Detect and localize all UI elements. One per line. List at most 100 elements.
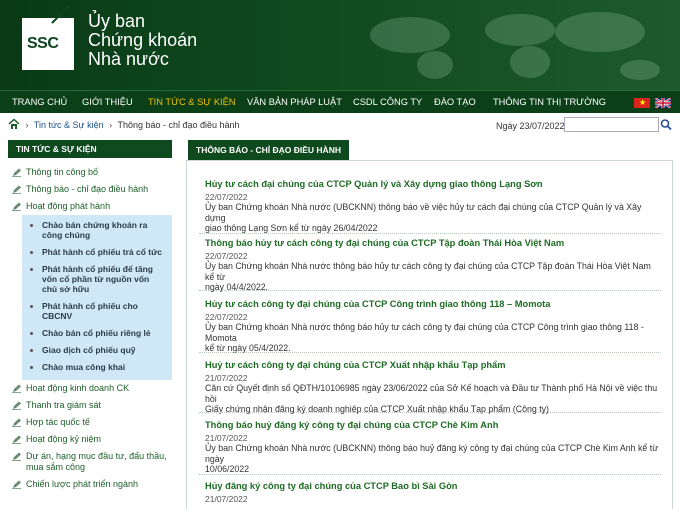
breadcrumb-separator: › (25, 120, 29, 130)
nav-legal-documents[interactable]: VĂN BẢN PHÁP LUẬT (247, 91, 342, 113)
submenu-stock-dividend[interactable]: Phát hành cổ phiếu trả cổ tức (22, 244, 172, 261)
pencil-icon (12, 168, 21, 177)
article-summary-line: Căn cứ Quyết định số QĐTH/10106985 ngày … (205, 383, 658, 404)
submenu-tender-offer[interactable]: Chào mua công khai (22, 359, 172, 376)
sidebar: TIN TỨC & SỰ KIỆN Thông tin công bố Thôn… (8, 140, 172, 493)
logo-text: SSC (27, 35, 59, 52)
sidebar-item-label: Thông tin công bố (26, 167, 99, 177)
article-date: 22/07/2022 (205, 312, 248, 322)
nav-about[interactable]: GIỚI THIỆU (82, 91, 133, 113)
pencil-icon (12, 202, 21, 211)
article-title-link[interactable]: Hủy đăng ký công ty đại chúng của CTCP B… (205, 481, 457, 491)
sidebar-item-label: Thanh tra giám sát (26, 400, 102, 410)
sidebar-item-label: Hoạt động kỷ niệm (26, 434, 102, 444)
article-title-link[interactable]: Thông báo huỷ đăng ký công ty đại chúng … (205, 420, 498, 430)
article-divider (199, 412, 661, 413)
org-name-line-1: Ủy ban (88, 11, 146, 31)
sidebar-item-strategy[interactable]: Chiến lược phát triển ngành (8, 476, 172, 493)
article-summary-line: Ủy ban Chứng khoán Nhà nước thông báo hủ… (205, 322, 644, 343)
nav-company-database[interactable]: CSDL CÔNG TY (353, 91, 422, 113)
search-icon[interactable] (659, 117, 673, 132)
article-date: 21/07/2022 (205, 373, 248, 383)
sidebar-item-label: Hợp tác quốc tế (26, 417, 90, 427)
sidebar-item-label: Thông báo - chỉ đạo điều hành (26, 184, 149, 194)
org-name: Ủy ban Chứng khoán Nhà nước (88, 12, 197, 69)
nav-market-info[interactable]: THÔNG TIN THỊ TRƯỜNG (493, 91, 606, 113)
article-divider (199, 290, 661, 291)
submenu-treasury-shares[interactable]: Giao dịch cổ phiếu quỹ (22, 342, 172, 359)
pencil-icon (12, 384, 21, 393)
article-date: 21/07/2022 (205, 494, 248, 504)
vietnamese-flag-icon[interactable]: ★ (634, 98, 650, 108)
logo-slash (51, 5, 70, 24)
main-content: THÔNG BÁO - CHỈ ĐẠO ĐIỀU HÀNH Hủy tư các… (186, 140, 673, 509)
article-summary-line: Giấy chứng nhận đăng ký doanh nghiệp của… (205, 404, 549, 415)
nav-home[interactable]: TRANG CHỦ (12, 91, 67, 113)
pencil-icon (12, 480, 21, 489)
breadcrumb-current: Thông báo - chỉ đạo điều hành (117, 120, 240, 130)
article-summary-line: ngày 04/4/2022. (205, 282, 269, 293)
article-summary-line: Ủy ban Chứng khoán Nhà nước thông báo hủ… (205, 261, 651, 282)
sidebar-item-label: Hoạt động phát hành (26, 201, 111, 211)
submenu-public-offering[interactable]: Chào bán chứng khoán ra công chúng (22, 217, 172, 244)
site-header: SSC Ủy ban Chứng khoán Nhà nước (0, 0, 680, 90)
sidebar-item-label: Chiến lược phát triển ngành (26, 479, 138, 489)
sidebar-item-anniversary[interactable]: Hoạt động kỷ niệm (8, 431, 172, 448)
breadcrumb-news-events[interactable]: Tin tức & Sự kiện (34, 120, 104, 130)
article-summary-line: Ủy ban Chứng khoán Nhà nước (UBCKNN) thô… (205, 202, 642, 223)
article-item: Hủy tư cách đại chúng của CTCP Quản lý v… (205, 179, 660, 234)
issuance-submenu: Chào bán chứng khoán ra công chúng Phát … (22, 215, 172, 380)
submenu-capital-increase[interactable]: Phát hành cổ phiếu để tăng vốn cổ phần t… (22, 261, 172, 298)
sidebar-menu: Thông tin công bố Thông báo - chỉ đạo đi… (8, 158, 172, 493)
article-date: 21/07/2022 (205, 433, 248, 443)
pencil-icon (12, 185, 21, 194)
main-nav: TRANG CHỦ GIỚI THIỆU TIN TỨC & SỰ KIỆN V… (0, 90, 680, 113)
sidebar-item-label: Hoạt động kinh doanh CK (26, 383, 130, 393)
article-item: Huỷ tư cách công ty đại chúng của CTCP X… (205, 360, 660, 415)
sidebar-item-issuance[interactable]: Hoạt động phát hành (8, 198, 172, 215)
sidebar-item-announcements[interactable]: Thông báo - chỉ đạo điều hành (8, 181, 172, 198)
nav-news-events[interactable]: TIN TỨC & SỰ KIỆN (148, 91, 236, 113)
search-input[interactable] (564, 117, 659, 132)
article-divider (199, 474, 661, 475)
ssc-logo[interactable]: SSC (22, 5, 74, 70)
breadcrumb-separator: › (109, 120, 113, 130)
article-item: Thông báo huỷ đăng ký công ty đại chúng … (205, 420, 660, 475)
article-date: 22/07/2022 (205, 192, 248, 202)
home-icon[interactable] (8, 118, 20, 130)
pencil-icon (12, 435, 21, 444)
sidebar-item-disclosure[interactable]: Thông tin công bố (8, 164, 172, 181)
sidebar-heading: TIN TỨC & SỰ KIỆN (8, 140, 172, 158)
pencil-icon (12, 401, 21, 410)
org-name-line-2: Chứng khoán (88, 30, 198, 50)
breadcrumb: › Tin tức & Sự kiện › Thông báo - chỉ đạ… (8, 118, 240, 132)
article-title-link[interactable]: Huỷ tư cách công ty đại chúng của CTCP X… (205, 360, 506, 370)
sidebar-item-international-cooperation[interactable]: Hợp tác quốc tế (8, 414, 172, 431)
article-title-link[interactable]: Hủy tư cách công ty đại chúng của CTCP C… (205, 299, 550, 309)
article-date: 22/07/2022 (205, 251, 248, 261)
pencil-icon (12, 418, 21, 427)
article-divider (199, 233, 661, 234)
article-list: Hủy tư cách đại chúng của CTCP Quản lý v… (186, 160, 673, 509)
flag-star-icon: ★ (639, 98, 647, 107)
article-summary-line: Ủy ban Chứng khoán Nhà nước (UBCKNN) thô… (205, 443, 659, 464)
nav-training[interactable]: ĐÀO TẠO (434, 91, 476, 113)
article-item: Hủy đăng ký công ty đại chúng của CTCP B… (205, 481, 660, 504)
english-flag-icon[interactable] (655, 98, 671, 108)
sidebar-item-label: Dự án, hạng mục đầu tư, đấu thầu, mua sắ… (26, 451, 167, 472)
tab-announcements[interactable]: THÔNG BÁO - CHỈ ĐẠO ĐIỀU HÀNH (188, 140, 349, 160)
article-title-link[interactable]: Hủy tư cách đại chúng của CTCP Quản lý v… (205, 179, 543, 189)
current-date: Ngày 23/07/2022 (496, 121, 565, 131)
article-item: Hủy tư cách công ty đại chúng của CTCP C… (205, 299, 660, 354)
article-title-link[interactable]: Thông báo hủy tư cách công ty đại chúng … (205, 238, 564, 248)
org-name-line-3: Nhà nước (88, 49, 169, 69)
pencil-icon (12, 452, 21, 461)
article-item: Thông báo hủy tư cách công ty đại chúng … (205, 238, 660, 293)
article-divider (199, 352, 661, 353)
world-map-decoration (370, 12, 660, 80)
submenu-employee-shares[interactable]: Phát hành cổ phiếu cho CBCNV (22, 298, 172, 325)
sidebar-item-inspection[interactable]: Thanh tra giám sát (8, 397, 172, 414)
submenu-private-placement[interactable]: Chào bán cổ phiếu riêng lẻ (22, 325, 172, 342)
sidebar-item-securities-business[interactable]: Hoạt động kinh doanh CK (8, 380, 172, 397)
sidebar-item-procurement[interactable]: Dự án, hạng mục đầu tư, đấu thầu, mua sắ… (8, 448, 172, 476)
